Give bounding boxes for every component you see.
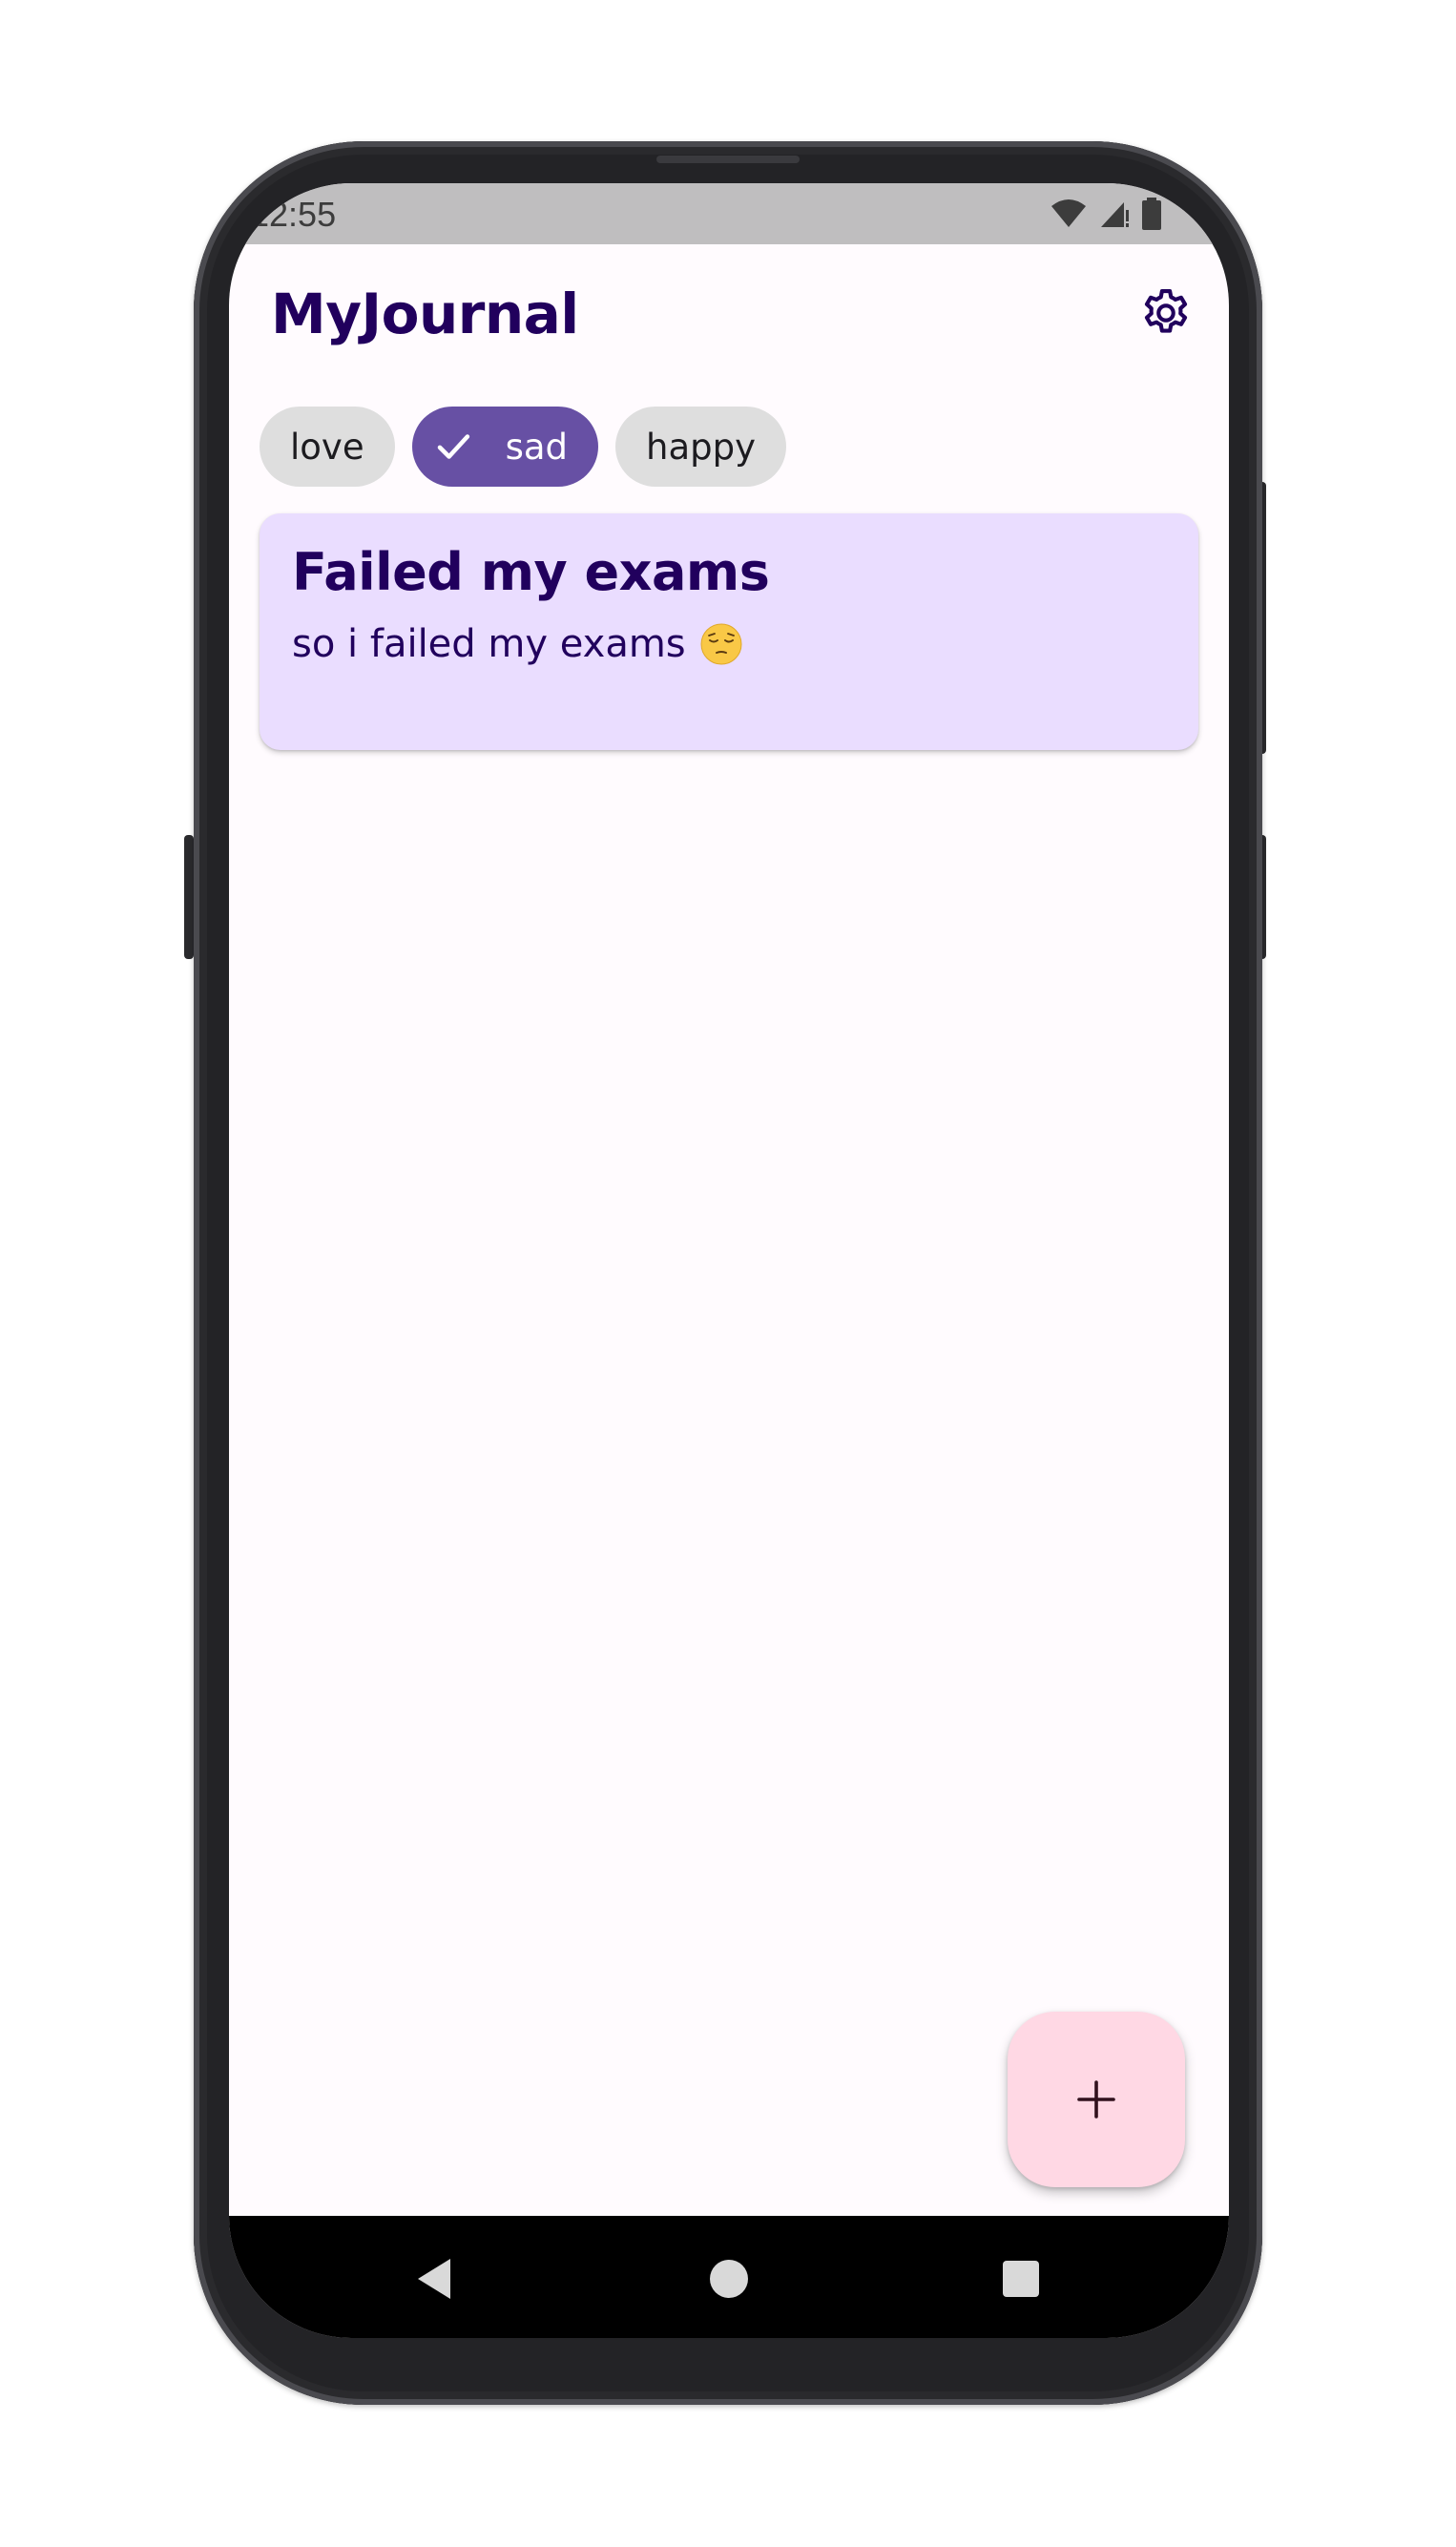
entry-body-text: so i failed my exams bbox=[292, 622, 686, 666]
chip-label: happy bbox=[646, 426, 757, 468]
battery-icon bbox=[1142, 198, 1161, 230]
side-button-left[interactable] bbox=[184, 835, 194, 959]
status-icons bbox=[1050, 197, 1162, 231]
page: 12:55 MyJournal love sad happy Failed my… bbox=[0, 0, 1456, 2547]
plus-icon bbox=[1077, 2080, 1115, 2119]
entry-title: Failed my exams bbox=[292, 542, 770, 602]
phone-screen: 12:55 MyJournal love sad happy Failed my… bbox=[229, 183, 1229, 2338]
back-icon bbox=[418, 2259, 450, 2299]
pensive-face-icon bbox=[700, 623, 742, 665]
home-button[interactable] bbox=[700, 2250, 758, 2307]
check-icon bbox=[437, 434, 469, 459]
home-icon bbox=[710, 2260, 748, 2298]
wifi-icon bbox=[1051, 199, 1086, 227]
back-button[interactable] bbox=[406, 2250, 464, 2307]
system-nav-bar bbox=[229, 2216, 1229, 2338]
chip-happy[interactable]: happy bbox=[615, 407, 787, 487]
app-title: MyJournal bbox=[271, 282, 579, 346]
journal-entry-card[interactable]: Failed my exams so i failed my exams bbox=[260, 513, 1198, 750]
chip-label: sad bbox=[505, 426, 569, 468]
chip-love[interactable]: love bbox=[260, 407, 395, 487]
gear-icon bbox=[1144, 288, 1188, 333]
settings-button[interactable] bbox=[1135, 282, 1196, 344]
recents-icon bbox=[1003, 2261, 1039, 2297]
status-bar: 12:55 bbox=[229, 183, 1229, 244]
earpiece-speaker bbox=[656, 156, 800, 163]
recents-button[interactable] bbox=[992, 2250, 1050, 2307]
cell-signal-icon bbox=[1101, 202, 1129, 227]
entry-body: so i failed my exams bbox=[292, 622, 743, 666]
filter-chips: love sad happy bbox=[260, 407, 787, 487]
chip-label: love bbox=[290, 426, 364, 468]
status-time: 12:55 bbox=[250, 195, 337, 234]
chip-sad[interactable]: sad bbox=[411, 407, 599, 487]
add-entry-button[interactable] bbox=[1008, 2012, 1185, 2187]
